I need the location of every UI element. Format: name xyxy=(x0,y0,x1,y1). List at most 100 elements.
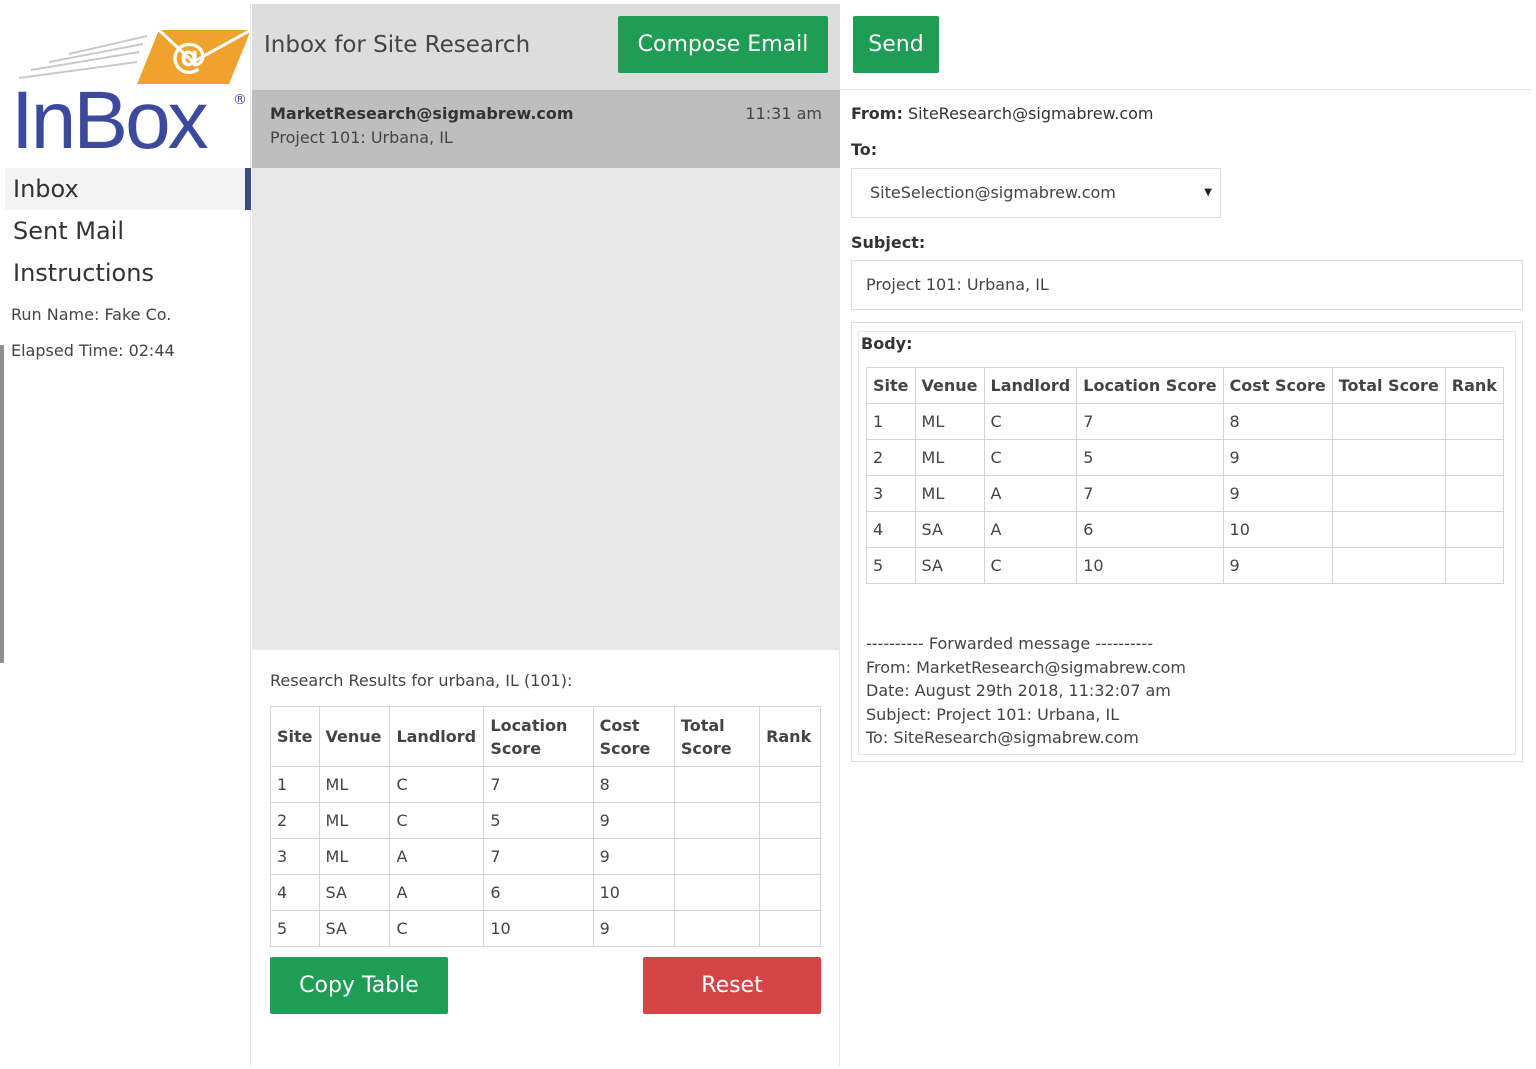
dropdown-caret-icon: ▼ xyxy=(1204,187,1212,198)
compose-email-button[interactable]: Compose Email xyxy=(618,16,828,73)
table-cell: 9 xyxy=(592,802,675,839)
table-cell: 7 xyxy=(1076,403,1224,440)
table-cell xyxy=(1444,511,1505,548)
forwarded-subject: Subject: Project 101: Urbana, IL xyxy=(866,705,1120,724)
table-cell: 9 xyxy=(1222,475,1333,512)
table-row: 4 SA A 6 10 xyxy=(270,874,821,911)
body-table: Site Venue Landlord Location Score Cost … xyxy=(866,367,1505,584)
table-cell: 9 xyxy=(592,838,675,875)
table-cell xyxy=(1331,403,1446,440)
table-cell: 5 xyxy=(866,547,916,584)
table-cell: 2 xyxy=(866,439,916,476)
table-cell: 1 xyxy=(866,403,916,440)
table-cell xyxy=(673,838,761,875)
body-label: Body: xyxy=(861,334,913,353)
table-cell: SA xyxy=(914,511,985,548)
table-row: 3 ML A 7 9 xyxy=(270,838,821,875)
copy-table-button[interactable]: Copy Table xyxy=(270,957,448,1014)
table-cell: SA xyxy=(914,547,985,584)
window-left-edge xyxy=(0,345,4,663)
from-label: From: xyxy=(851,104,903,123)
column-header: Location Score xyxy=(1076,367,1224,404)
svg-text:®: ® xyxy=(233,92,247,108)
table-row: 1 ML C 7 8 xyxy=(866,403,1505,440)
subject-input[interactable]: Project 101: Urbana, IL xyxy=(851,260,1523,310)
sidebar: @ InBox ® Inbox Sent Mail Instructions R… xyxy=(5,4,251,1066)
inbox-header: Inbox for Site Research Compose Email xyxy=(252,4,840,90)
to-select[interactable]: SiteSelection@sigmabrew.com ▼ xyxy=(851,168,1221,218)
subject-value: Project 101: Urbana, IL xyxy=(866,275,1049,294)
table-cell xyxy=(759,874,821,911)
table-cell xyxy=(673,766,761,803)
body-editor[interactable]: Body: Site Venue Landlord Location Score… xyxy=(851,322,1523,762)
reset-button[interactable]: Reset xyxy=(643,957,821,1014)
table-row: 5 SA C 10 9 xyxy=(866,547,1505,584)
column-header: Rank xyxy=(1444,367,1505,404)
sidebar-nav: Inbox Sent Mail Instructions xyxy=(5,168,251,294)
table-cell: 7 xyxy=(1076,475,1224,512)
table-cell xyxy=(1331,439,1446,476)
column-header: Total Score xyxy=(1331,367,1446,404)
column-header: Site xyxy=(866,367,916,404)
table-cell: SA xyxy=(318,910,391,947)
forwarded-from: From: MarketResearch@sigmabrew.com xyxy=(866,658,1186,677)
table-cell: 3 xyxy=(866,475,916,512)
message-item[interactable]: MarketResearch@sigmabrew.com Project 101… xyxy=(252,90,840,168)
column-header: Venue xyxy=(914,367,985,404)
body-content[interactable]: Body: Site Venue Landlord Location Score… xyxy=(858,331,1516,755)
table-cell: A xyxy=(389,838,485,875)
table-cell: ML xyxy=(318,802,391,839)
svg-text:InBox: InBox xyxy=(11,75,209,154)
table-cell: 9 xyxy=(1222,439,1333,476)
run-name: Run Name: Fake Co. xyxy=(11,305,172,324)
table-cell: A xyxy=(983,511,1078,548)
sidebar-item-instructions[interactable]: Instructions xyxy=(5,252,251,294)
table-cell: ML xyxy=(914,475,985,512)
table-cell: 10 xyxy=(1076,547,1224,584)
sidebar-item-sent-mail[interactable]: Sent Mail xyxy=(5,210,251,252)
table-cell: 4 xyxy=(866,511,916,548)
results-title: Research Results for urbana, IL (101): xyxy=(270,671,573,690)
column-header: Rank xyxy=(759,706,821,767)
table-cell: 7 xyxy=(483,766,594,803)
table-cell: 10 xyxy=(592,874,675,911)
column-header: Landlord xyxy=(983,367,1078,404)
table-cell xyxy=(759,838,821,875)
table-row: 3 ML A 7 9 xyxy=(866,475,1505,512)
table-cell: C xyxy=(983,439,1078,476)
table-cell xyxy=(759,802,821,839)
column-header: Location Score xyxy=(483,706,594,767)
table-cell: 8 xyxy=(1222,403,1333,440)
table-cell xyxy=(1444,547,1505,584)
table-cell: 6 xyxy=(1076,511,1224,548)
table-cell: 7 xyxy=(483,838,594,875)
table-cell: C xyxy=(983,547,1078,584)
inbox-title: Inbox for Site Research xyxy=(264,32,531,58)
table-cell xyxy=(673,910,761,947)
table-cell: ML xyxy=(914,403,985,440)
table-row: 5 SA C 10 9 xyxy=(270,910,821,947)
send-button[interactable]: Send xyxy=(853,16,939,73)
table-cell: 8 xyxy=(592,766,675,803)
message-sender: MarketResearch@sigmabrew.com xyxy=(270,104,574,123)
table-cell: 6 xyxy=(483,874,594,911)
message-time: 11:31 am xyxy=(745,104,822,123)
inbox-panel: Inbox for Site Research Compose Email Ma… xyxy=(252,4,840,1066)
table-cell: 4 xyxy=(270,874,320,911)
sidebar-item-inbox[interactable]: Inbox xyxy=(5,168,251,210)
table-cell xyxy=(1331,511,1446,548)
column-header: Venue xyxy=(318,706,391,767)
table-cell: 10 xyxy=(1222,511,1333,548)
table-cell: SA xyxy=(318,874,391,911)
table-cell xyxy=(1331,475,1446,512)
table-header-row: Site Venue Landlord Location Score Cost … xyxy=(866,367,1505,404)
table-cell xyxy=(1444,475,1505,512)
forwarded-date: Date: August 29th 2018, 11:32:07 am xyxy=(866,681,1171,700)
table-cell: C xyxy=(389,766,485,803)
table-cell xyxy=(673,874,761,911)
table-cell: 5 xyxy=(1076,439,1224,476)
from-line: From: SiteResearch@sigmabrew.com xyxy=(851,104,1154,123)
subject-label: Subject: xyxy=(851,233,926,252)
table-cell xyxy=(1444,439,1505,476)
inbox-logo: @ InBox ® xyxy=(9,22,249,154)
